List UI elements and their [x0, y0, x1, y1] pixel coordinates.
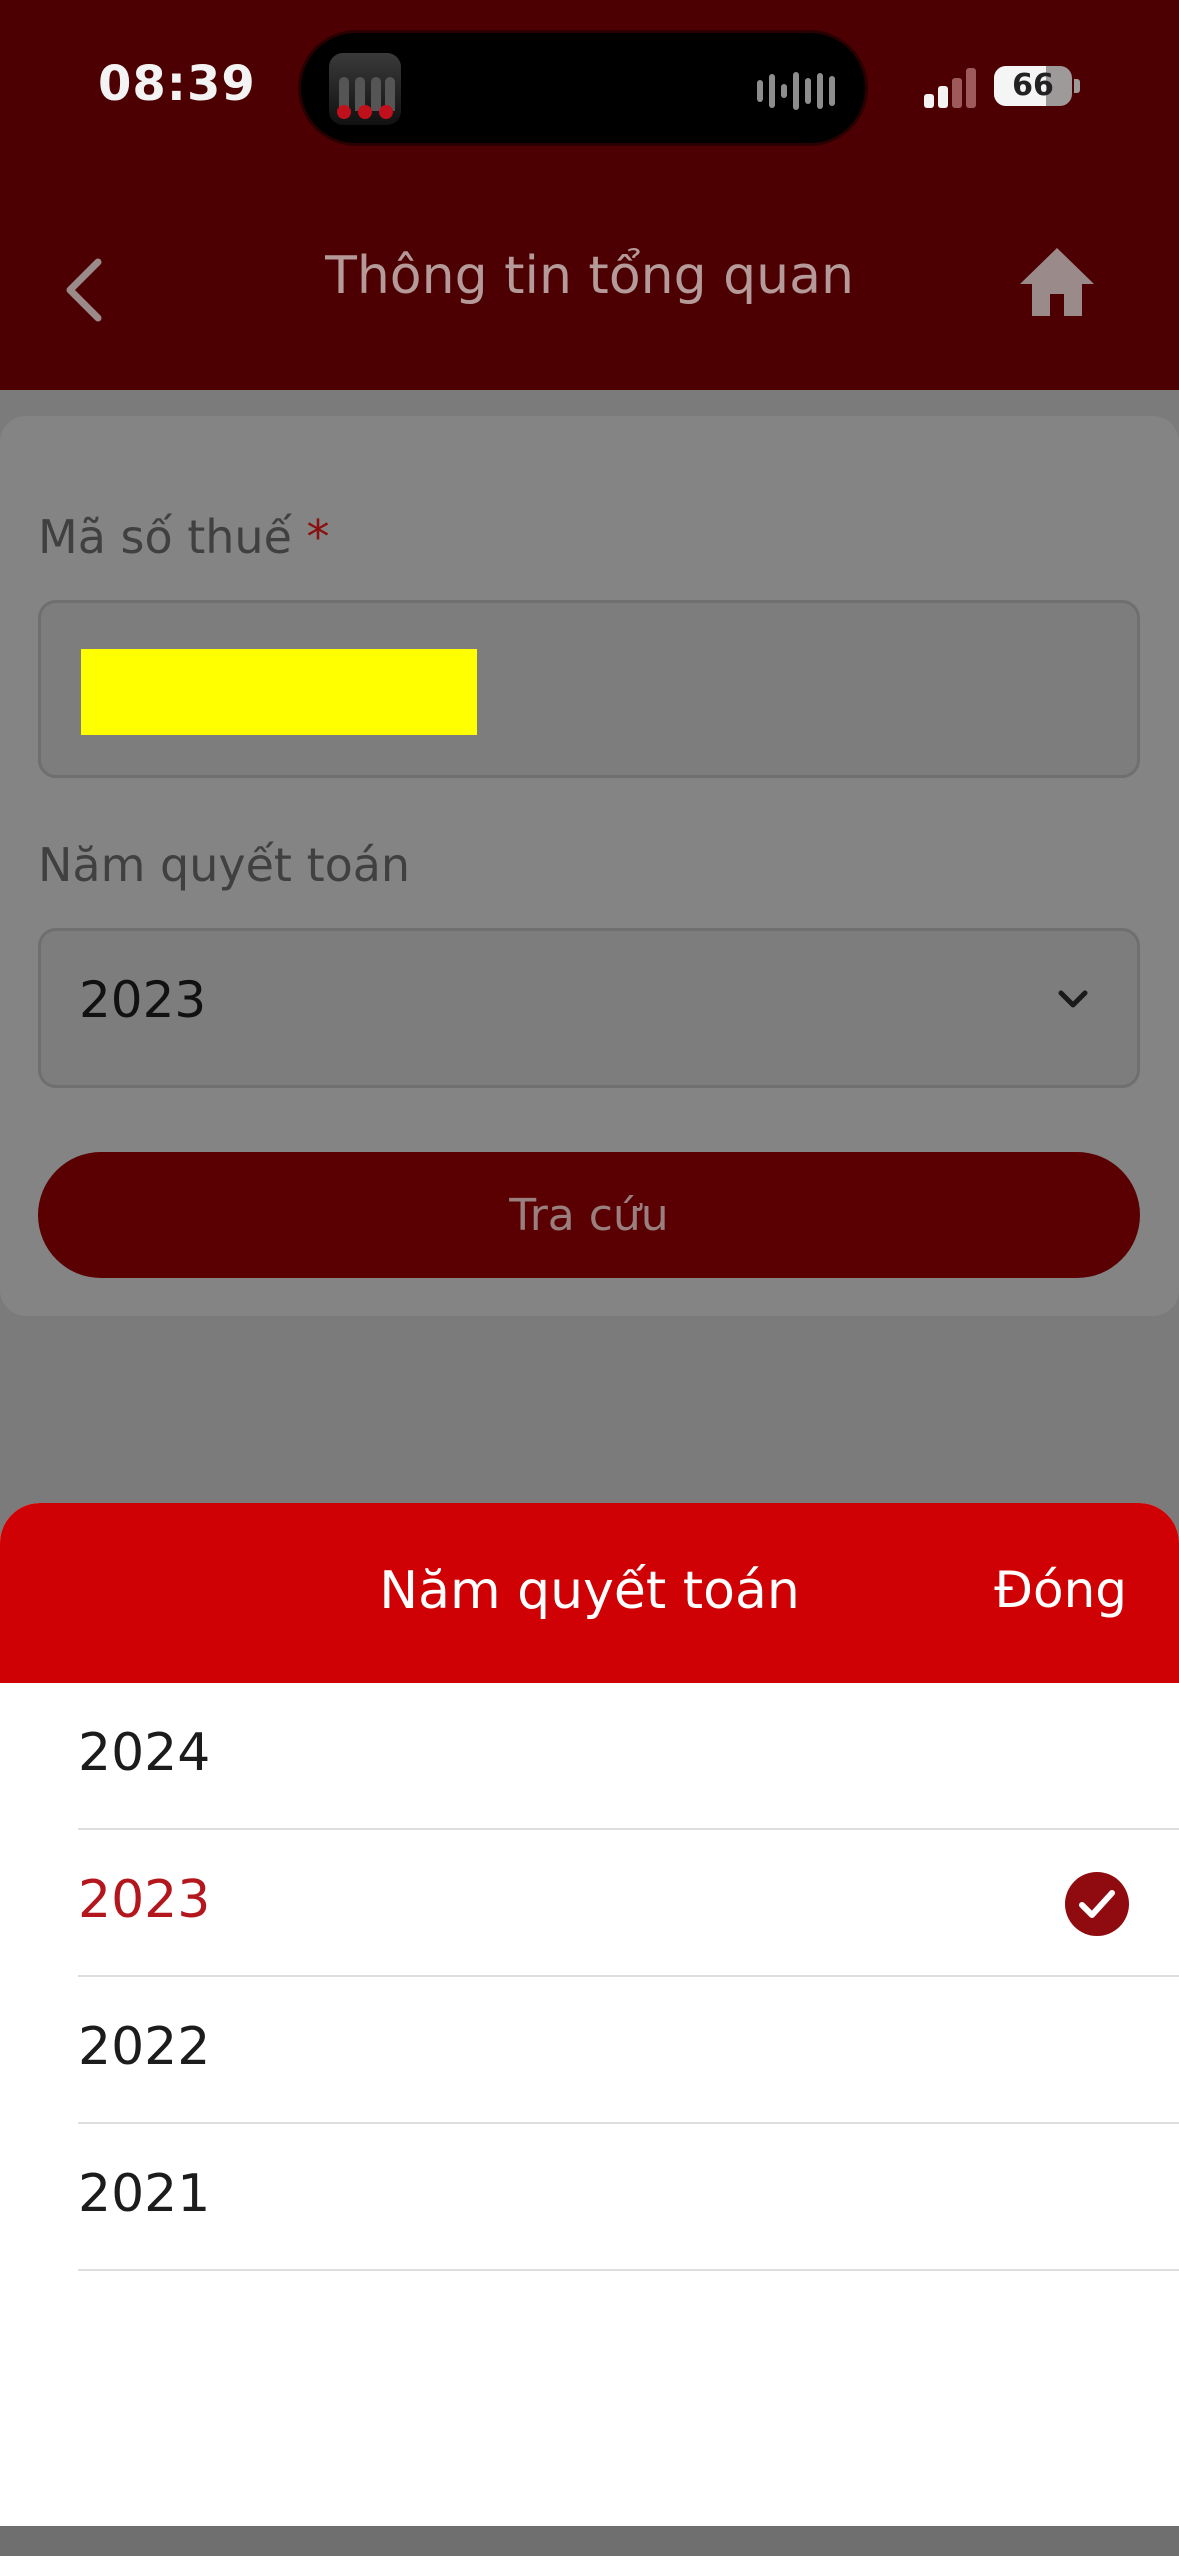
- chevron-down-icon: [1055, 987, 1091, 1011]
- now-playing-artwork: [329, 53, 401, 125]
- battery-level: 66: [1012, 68, 1054, 103]
- option-label: 2023: [78, 1870, 211, 1930]
- page-title: Thông tin tổng quan: [325, 246, 854, 306]
- year-label: Năm quyết toán: [38, 838, 411, 892]
- cellular-signal-icon: [924, 68, 980, 108]
- nav-bar: Thông tin tổng quan: [0, 170, 1179, 390]
- year-option-2021[interactable]: 2021: [78, 2124, 1179, 2271]
- option-label: 2021: [78, 2164, 211, 2224]
- search-button-label: Tra cứu: [509, 1190, 669, 1241]
- year-option-2023[interactable]: 2023: [78, 1830, 1179, 1977]
- battery-icon: 66: [994, 66, 1072, 106]
- year-select-value: 2023: [79, 971, 207, 1029]
- required-mark: *: [306, 510, 330, 564]
- year-picker-sheet: Năm quyết toán Đóng 2024 2023 2022 2021: [0, 1503, 1179, 2526]
- dynamic-island[interactable]: [298, 30, 868, 146]
- redacted-tax-code: [81, 649, 477, 735]
- year-option-2022[interactable]: 2022: [78, 1977, 1179, 2124]
- option-label: 2024: [78, 1723, 211, 1783]
- status-time: 08:39: [98, 56, 256, 112]
- home-icon[interactable]: [1018, 246, 1096, 318]
- sheet-header: Năm quyết toán Đóng: [0, 1503, 1179, 1683]
- tax-code-input[interactable]: [38, 600, 1140, 778]
- status-bar: 08:39 66: [0, 0, 1179, 170]
- year-select[interactable]: 2023: [38, 928, 1140, 1088]
- year-option-2024[interactable]: 2024: [78, 1683, 1179, 1830]
- option-label: 2022: [78, 2017, 211, 2077]
- search-button[interactable]: Tra cứu: [38, 1152, 1140, 1278]
- close-button[interactable]: Đóng: [994, 1561, 1127, 1619]
- check-icon: [1065, 1872, 1129, 1936]
- battery-tip: [1074, 79, 1080, 93]
- bottom-backdrop: [0, 2526, 1179, 2556]
- tax-code-label: Mã số thuế *: [38, 510, 330, 564]
- audio-waveform-icon: [757, 71, 835, 111]
